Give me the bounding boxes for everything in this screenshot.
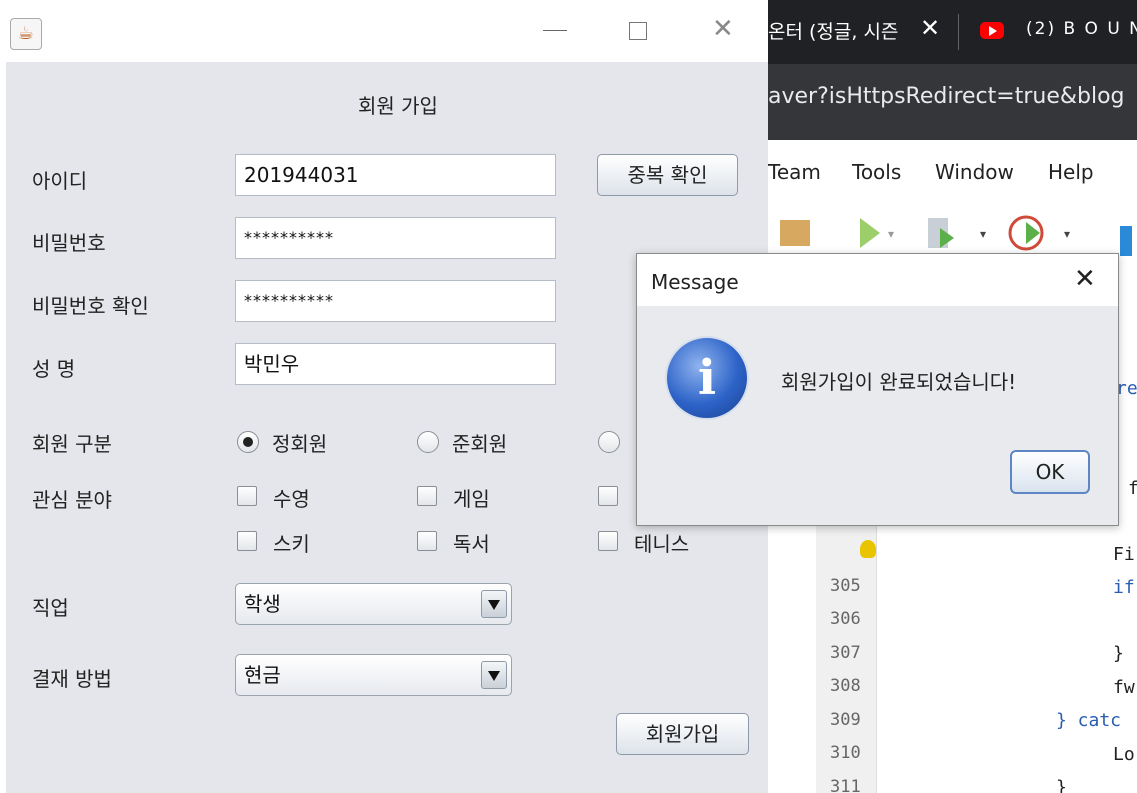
line-number: 307 bbox=[830, 643, 861, 663]
line-number: 311 bbox=[830, 777, 861, 793]
job-select-value: 학생 bbox=[244, 592, 281, 616]
browser-tab-title-2[interactable]: (2) B O U N bbox=[1026, 19, 1137, 39]
run-icon bbox=[860, 218, 880, 248]
line-number: 308 bbox=[830, 676, 861, 696]
menu-help[interactable]: Help bbox=[1048, 160, 1094, 184]
password-label: 비밀번호 bbox=[32, 231, 106, 255]
radio-associate-member-label[interactable]: 준회원 bbox=[452, 428, 507, 457]
checkbox-ski[interactable] bbox=[237, 531, 257, 551]
checkbox-swimming-label[interactable]: 수영 bbox=[273, 483, 310, 512]
menu-window[interactable]: Window bbox=[935, 160, 1014, 184]
payment-select[interactable]: 현금 bbox=[235, 654, 512, 696]
ok-button[interactable]: OK bbox=[1010, 450, 1090, 494]
checkbox-hidden-interest[interactable] bbox=[598, 486, 618, 506]
dialog-message: 회원가입이 완료되었습니다! bbox=[781, 370, 1017, 394]
line-number: 310 bbox=[830, 743, 861, 763]
window-titlebar[interactable]: ☕ ✕ bbox=[0, 0, 768, 62]
svg-text:▾: ▾ bbox=[888, 227, 894, 241]
code-fragment: } catc bbox=[1056, 710, 1122, 731]
job-select[interactable]: 학생 bbox=[235, 583, 512, 625]
address-url[interactable]: aver?isHttpsRedirect=true&blog bbox=[768, 84, 1125, 109]
id-label: 아이디 bbox=[32, 169, 88, 193]
payment-select-value: 현금 bbox=[244, 663, 281, 687]
radio-associate-member[interactable] bbox=[417, 431, 439, 453]
browser-tab-title[interactable]: 온터 (정글, 시즌 bbox=[768, 17, 898, 44]
tab-close-icon[interactable]: ✕ bbox=[920, 14, 940, 42]
code-fragment: fw bbox=[1113, 677, 1135, 698]
code-fragment: if bbox=[1113, 577, 1135, 598]
browser-tab-bar: 온터 (정글, 시즌 ✕ (2) B O U N bbox=[768, 0, 1137, 64]
dialog-title: Message bbox=[651, 270, 739, 294]
code-fragment: f bbox=[1128, 478, 1137, 499]
menu-team[interactable]: Team bbox=[768, 160, 821, 184]
checkbox-swimming[interactable] bbox=[237, 486, 257, 506]
close-icon[interactable]: ✕ bbox=[1074, 264, 1096, 294]
maximize-icon[interactable] bbox=[629, 22, 647, 40]
duplicate-check-button[interactable]: 중복 확인 bbox=[597, 154, 738, 196]
id-field[interactable]: 201944031 bbox=[235, 154, 556, 196]
name-field[interactable]: 박민우 bbox=[235, 343, 556, 385]
java-icon: ☕ bbox=[10, 18, 42, 50]
member-type-label: 회원 구분 bbox=[32, 432, 112, 456]
name-label: 성 명 bbox=[32, 357, 76, 381]
code-fragment: Lo bbox=[1113, 744, 1135, 765]
line-number: 309 bbox=[830, 710, 861, 730]
minimize-icon[interactable] bbox=[543, 30, 567, 31]
checkbox-tennis-label[interactable]: 테니스 bbox=[634, 528, 689, 557]
svg-text:▾: ▾ bbox=[1064, 227, 1070, 241]
password-confirm-label: 비밀번호 확인 bbox=[32, 294, 149, 318]
message-dialog: Message ✕ i 회원가입이 완료되었습니다! OK bbox=[636, 253, 1119, 526]
clean-build-icon bbox=[780, 220, 810, 246]
info-icon: i bbox=[665, 336, 749, 420]
password-confirm-field[interactable]: ********** bbox=[235, 280, 556, 322]
payment-label: 결재 방법 bbox=[32, 667, 112, 691]
close-icon[interactable]: ✕ bbox=[712, 14, 734, 44]
svg-text:▾: ▾ bbox=[980, 227, 986, 241]
checkbox-reading-label[interactable]: 독서 bbox=[453, 528, 490, 557]
menu-tools[interactable]: Tools bbox=[852, 160, 901, 184]
checkbox-ski-label[interactable]: 스키 bbox=[273, 528, 310, 557]
youtube-icon bbox=[980, 22, 1004, 39]
line-number: 306 bbox=[830, 609, 861, 629]
radio-third-member-type[interactable] bbox=[598, 431, 620, 453]
interest-label: 관심 분야 bbox=[32, 488, 112, 512]
chevron-down-icon[interactable] bbox=[481, 590, 507, 618]
radio-regular-member-label[interactable]: 정회원 bbox=[272, 428, 327, 457]
checkbox-game[interactable] bbox=[417, 486, 437, 506]
hint-bulb-icon[interactable] bbox=[860, 540, 876, 558]
line-number: 305 bbox=[830, 576, 861, 596]
code-fragment: Fi bbox=[1113, 544, 1135, 565]
code-fragment: } bbox=[1056, 777, 1067, 793]
checkbox-reading[interactable] bbox=[417, 531, 437, 551]
checkbox-game-label[interactable]: 게임 bbox=[453, 483, 490, 512]
password-field[interactable]: ********** bbox=[235, 217, 556, 259]
job-label: 직업 bbox=[32, 596, 69, 620]
radio-regular-member[interactable] bbox=[237, 431, 259, 453]
tab-separator bbox=[958, 14, 959, 50]
chevron-down-icon[interactable] bbox=[481, 661, 507, 689]
signup-button[interactable]: 회원가입 bbox=[616, 713, 749, 755]
form-title: 회원 가입 bbox=[358, 94, 438, 118]
code-fragment: re bbox=[1116, 378, 1137, 399]
code-fragment: } bbox=[1113, 643, 1124, 664]
checkbox-tennis[interactable] bbox=[598, 531, 618, 551]
